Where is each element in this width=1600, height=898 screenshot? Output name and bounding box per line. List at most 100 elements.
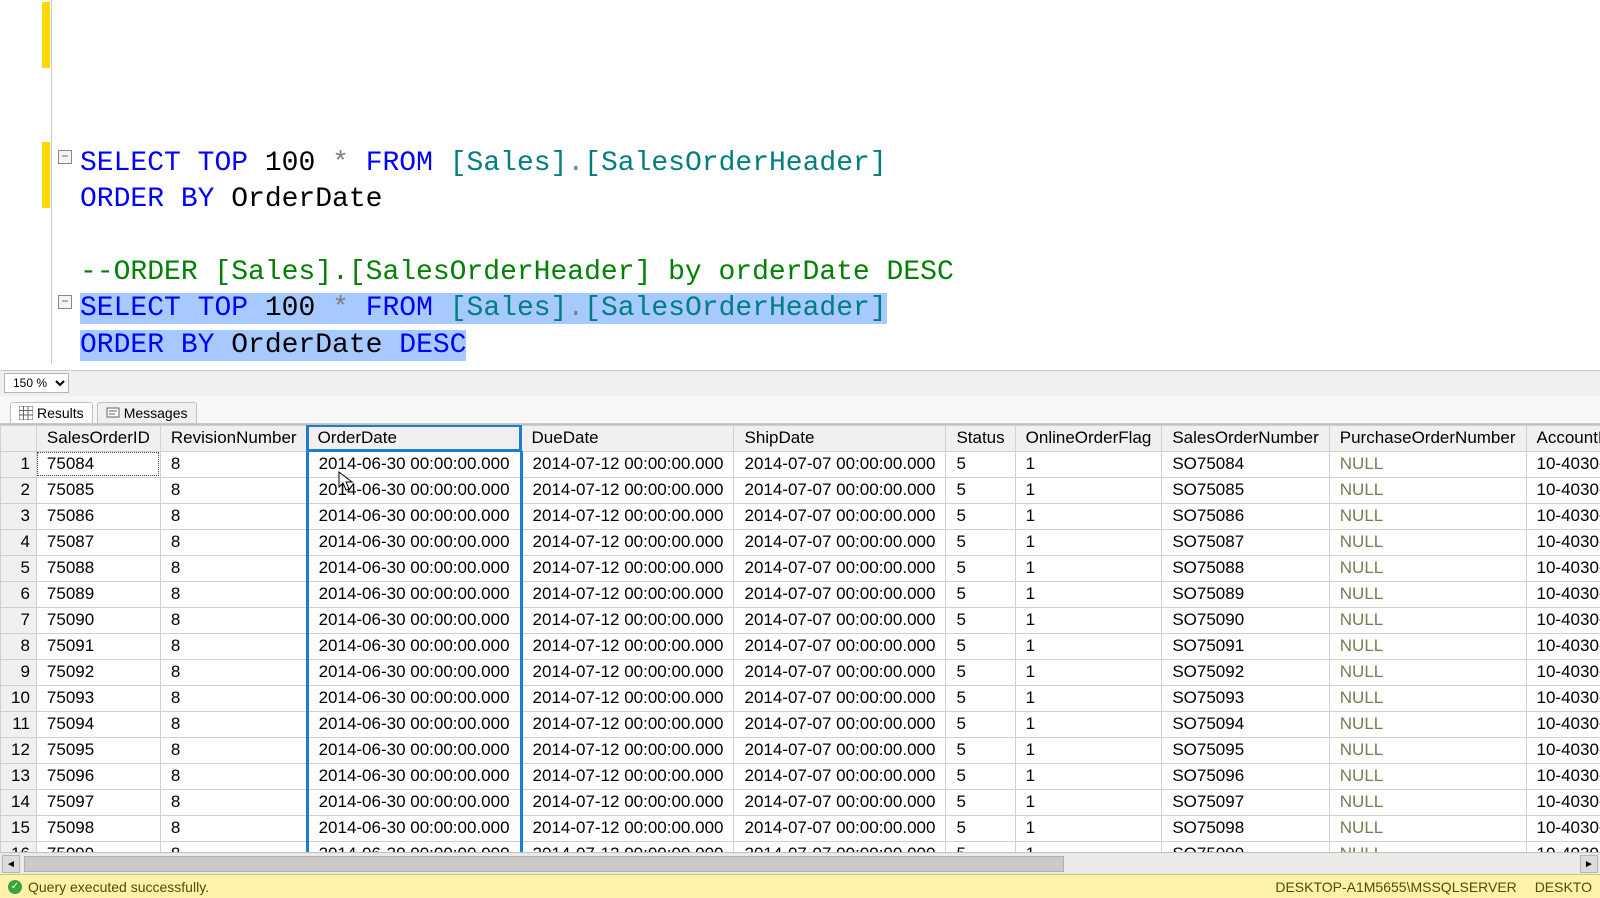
results-cell[interactable]: NULL bbox=[1329, 659, 1526, 685]
results-cell[interactable]: 10-4030-016927 bbox=[1526, 711, 1600, 737]
results-cell[interactable]: SO75094 bbox=[1162, 711, 1329, 737]
results-cell[interactable]: 1 bbox=[1015, 711, 1162, 737]
results-cell[interactable]: 1 bbox=[1015, 555, 1162, 581]
results-cell[interactable]: NULL bbox=[1329, 581, 1526, 607]
results-cell[interactable]: 2014-07-07 00:00:00.000 bbox=[734, 737, 946, 763]
results-rownum-cell[interactable]: 10 bbox=[1, 685, 37, 711]
results-cell[interactable]: 2014-06-30 00:00:00.000 bbox=[307, 789, 521, 815]
results-cell[interactable]: 2014-07-12 00:00:00.000 bbox=[521, 555, 734, 581]
results-rownum-cell[interactable]: 1 bbox=[1, 451, 37, 477]
results-cell[interactable]: 2014-07-12 00:00:00.000 bbox=[521, 789, 734, 815]
table-row[interactable]: 117509482014-06-30 00:00:00.0002014-07-1… bbox=[1, 711, 1600, 737]
results-cell[interactable]: 2014-07-07 00:00:00.000 bbox=[734, 711, 946, 737]
results-cell[interactable]: SO75088 bbox=[1162, 555, 1329, 581]
results-cell[interactable]: 2014-06-30 00:00:00.000 bbox=[307, 633, 521, 659]
results-cell[interactable]: 75091 bbox=[36, 633, 160, 659]
results-cell[interactable]: 2014-07-12 00:00:00.000 bbox=[521, 815, 734, 841]
results-cell[interactable]: 2014-06-30 00:00:00.000 bbox=[307, 763, 521, 789]
results-cell[interactable]: 5 bbox=[946, 503, 1015, 529]
results-cell[interactable]: 2014-06-30 00:00:00.000 bbox=[307, 451, 521, 477]
results-cell[interactable]: NULL bbox=[1329, 789, 1526, 815]
scroll-right-button[interactable]: ► bbox=[1580, 855, 1598, 873]
table-row[interactable]: 57508882014-06-30 00:00:00.0002014-07-12… bbox=[1, 555, 1600, 581]
results-cell[interactable]: 2014-07-07 00:00:00.000 bbox=[734, 659, 946, 685]
results-cell[interactable]: 10-4030-026564 bbox=[1526, 659, 1600, 685]
results-cell[interactable]: 75087 bbox=[36, 529, 160, 555]
results-cell[interactable]: 5 bbox=[946, 659, 1015, 685]
results-cell[interactable]: 8 bbox=[160, 477, 307, 503]
results-cell[interactable]: 1 bbox=[1015, 633, 1162, 659]
tab-results[interactable]: Results bbox=[10, 402, 93, 423]
table-row[interactable]: 37508682014-06-30 00:00:00.0002014-07-12… bbox=[1, 503, 1600, 529]
results-cell[interactable]: 10-4030-014680 bbox=[1526, 555, 1600, 581]
results-rownum-header[interactable] bbox=[1, 425, 37, 451]
results-cell[interactable]: SO75093 bbox=[1162, 685, 1329, 711]
results-cell[interactable]: 8 bbox=[160, 607, 307, 633]
results-cell[interactable]: 2014-06-30 00:00:00.000 bbox=[307, 711, 521, 737]
results-cell[interactable]: 75093 bbox=[36, 685, 160, 711]
results-cell[interactable]: 2014-06-30 00:00:00.000 bbox=[307, 685, 521, 711]
results-cell[interactable]: 1 bbox=[1015, 581, 1162, 607]
results-cell[interactable]: 2014-07-07 00:00:00.000 bbox=[734, 685, 946, 711]
results-cell[interactable]: 8 bbox=[160, 685, 307, 711]
results-cell[interactable]: 2014-07-07 00:00:00.000 bbox=[734, 555, 946, 581]
results-cell[interactable]: 1 bbox=[1015, 529, 1162, 555]
results-cell[interactable]: 10-4030-020601 bbox=[1526, 633, 1600, 659]
results-cell[interactable]: NULL bbox=[1329, 737, 1526, 763]
zoom-select[interactable]: 150 % bbox=[4, 373, 69, 393]
results-cell[interactable]: 2014-07-12 00:00:00.000 bbox=[521, 503, 734, 529]
results-rownum-cell[interactable]: 13 bbox=[1, 763, 37, 789]
results-cell[interactable]: 8 bbox=[160, 841, 307, 852]
results-cell[interactable]: 2014-06-30 00:00:00.000 bbox=[307, 737, 521, 763]
results-cell[interactable]: 10-4030-011287 bbox=[1526, 763, 1600, 789]
results-cell[interactable]: 1 bbox=[1015, 815, 1162, 841]
results-rownum-cell[interactable]: 12 bbox=[1, 737, 37, 763]
results-cell[interactable]: 2014-06-30 00:00:00.000 bbox=[307, 815, 521, 841]
results-cell[interactable]: 2014-07-07 00:00:00.000 bbox=[734, 841, 946, 852]
results-cell[interactable]: SO75097 bbox=[1162, 789, 1329, 815]
results-cell[interactable]: 1 bbox=[1015, 737, 1162, 763]
results-cell[interactable]: 2014-06-30 00:00:00.000 bbox=[307, 841, 521, 852]
results-cell[interactable]: 5 bbox=[946, 555, 1015, 581]
results-cell[interactable]: 5 bbox=[946, 451, 1015, 477]
results-col-header[interactable]: DueDate bbox=[521, 425, 734, 451]
results-rownum-cell[interactable]: 2 bbox=[1, 477, 37, 503]
results-cell[interactable]: NULL bbox=[1329, 711, 1526, 737]
results-cell[interactable]: 2014-07-07 00:00:00.000 bbox=[734, 607, 946, 633]
results-cell[interactable]: 10-4030-011927 bbox=[1526, 477, 1600, 503]
table-row[interactable]: 17508482014-06-30 00:00:00.0002014-07-12… bbox=[1, 451, 1600, 477]
results-cell[interactable]: 5 bbox=[946, 581, 1015, 607]
results-cell[interactable]: 2014-07-07 00:00:00.000 bbox=[734, 633, 946, 659]
results-cell[interactable]: 5 bbox=[946, 815, 1015, 841]
results-cell[interactable]: SO75091 bbox=[1162, 633, 1329, 659]
scroll-left-button[interactable]: ◄ bbox=[2, 855, 20, 873]
results-cell[interactable]: SO75089 bbox=[1162, 581, 1329, 607]
results-rownum-cell[interactable]: 3 bbox=[1, 503, 37, 529]
results-cell[interactable]: 2014-07-12 00:00:00.000 bbox=[521, 451, 734, 477]
results-cell[interactable]: 2014-07-07 00:00:00.000 bbox=[734, 789, 946, 815]
results-cell[interactable]: 75095 bbox=[36, 737, 160, 763]
results-cell[interactable]: 2014-07-12 00:00:00.000 bbox=[521, 711, 734, 737]
results-cell[interactable]: 8 bbox=[160, 633, 307, 659]
results-rownum-cell[interactable]: 6 bbox=[1, 581, 37, 607]
results-cell[interactable]: 8 bbox=[160, 581, 307, 607]
results-cell[interactable]: 10-4030-028789 bbox=[1526, 503, 1600, 529]
results-cell[interactable]: SO75096 bbox=[1162, 763, 1329, 789]
results-cell[interactable]: 2014-06-30 00:00:00.000 bbox=[307, 555, 521, 581]
results-cell[interactable]: 75092 bbox=[36, 659, 160, 685]
results-cell[interactable]: 1 bbox=[1015, 503, 1162, 529]
results-cell[interactable]: 2014-06-30 00:00:00.000 bbox=[307, 503, 521, 529]
results-rownum-cell[interactable]: 11 bbox=[1, 711, 37, 737]
results-cell[interactable]: 5 bbox=[946, 607, 1015, 633]
results-col-header[interactable]: RevisionNumber bbox=[160, 425, 307, 451]
results-cell[interactable]: 5 bbox=[946, 763, 1015, 789]
results-cell[interactable]: 8 bbox=[160, 529, 307, 555]
tab-messages[interactable]: Messages bbox=[97, 402, 197, 423]
results-cell[interactable]: NULL bbox=[1329, 607, 1526, 633]
results-rownum-cell[interactable]: 4 bbox=[1, 529, 37, 555]
results-cell[interactable]: 10-4030-023381 bbox=[1526, 815, 1600, 841]
results-cell[interactable]: NULL bbox=[1329, 815, 1526, 841]
results-cell[interactable]: 8 bbox=[160, 789, 307, 815]
results-cell[interactable]: 5 bbox=[946, 711, 1015, 737]
results-cell[interactable]: 2014-07-07 00:00:00.000 bbox=[734, 763, 946, 789]
